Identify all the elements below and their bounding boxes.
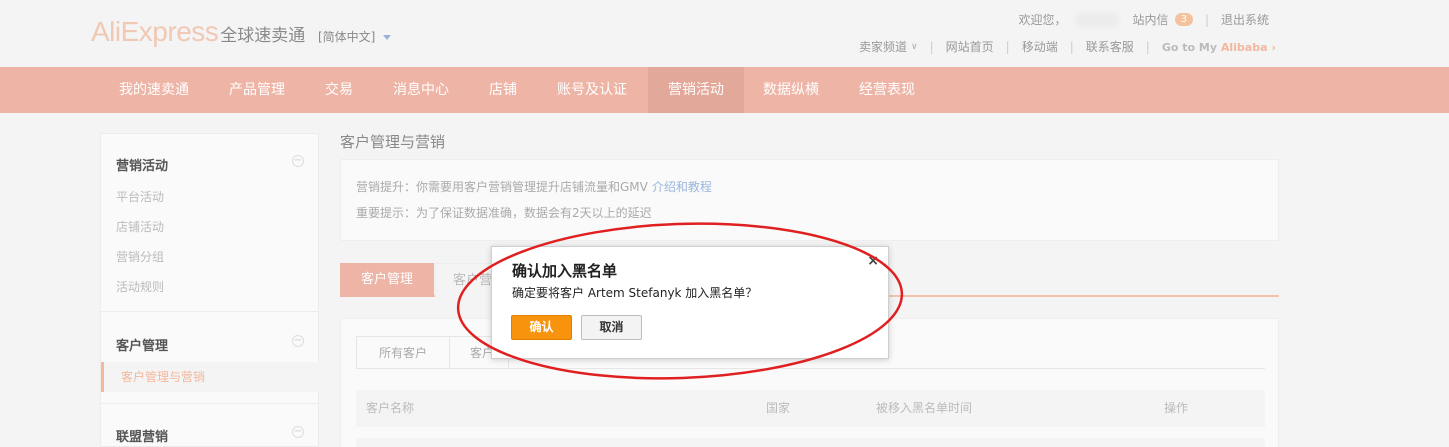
table-header: 客户名称 国家 被移入黑名单时间 操作: [356, 390, 1265, 427]
sidebar-item-platform-activities[interactable]: 平台活动: [116, 188, 164, 205]
sidebar-item-store-activities[interactable]: 店铺活动: [116, 218, 164, 235]
nav-item-performance[interactable]: 经营表现: [859, 67, 915, 113]
language-label: [简体中文]: [318, 30, 376, 44]
nav-item-products[interactable]: 产品管理: [229, 67, 285, 113]
column-customer-name: 客户名称: [366, 401, 415, 415]
collapse-icon[interactable]: −: [292, 426, 304, 438]
subtab-all-customers[interactable]: 所有客户: [356, 336, 450, 369]
divider: |: [1204, 12, 1209, 27]
sidebar: 营销活动 − 平台活动 店铺活动 营销分组 活动规则 客户管理 − 客户管理与营…: [100, 133, 319, 447]
confirm-button[interactable]: 确认: [511, 315, 572, 340]
page-title: 客户管理与营销: [340, 133, 446, 151]
cancel-button[interactable]: 取消: [581, 315, 642, 340]
info-box: 营销提升：你需要用客户营销管理提升店铺流量和GMV 介绍和教程 重要提示：为了保证…: [340, 159, 1279, 241]
homepage-link[interactable]: 网站首页: [946, 38, 994, 55]
collapse-icon[interactable]: −: [292, 335, 304, 347]
sidebar-section-affiliate[interactable]: 联盟营销: [116, 426, 168, 445]
inbox-link[interactable]: 站内信: [1133, 11, 1169, 28]
logo-main-text: AliExpress: [91, 16, 219, 47]
tab-customer-marketing[interactable]: 客户营: [435, 263, 495, 297]
nav-item-messages[interactable]: 消息中心: [393, 67, 449, 113]
dialog-title: 确认加入黑名单: [512, 262, 618, 280]
mobile-link[interactable]: 移动端: [1022, 38, 1058, 55]
chevron-down-icon: ∨: [911, 41, 918, 52]
secondary-links: 卖家频道 ∨ | 网站首页 | 移动端 | 联系客服 | Go to My Ali…: [859, 38, 1276, 55]
seller-channel-link[interactable]: 卖家频道: [859, 38, 907, 55]
nav-item-account[interactable]: 账号及认证: [557, 67, 627, 113]
main-nav: 我的速卖通 产品管理 交易 消息中心 店铺 账号及认证 营销活动 数据纵横 经营…: [0, 67, 1449, 113]
nav-item-marketing[interactable]: 营销活动: [648, 67, 744, 113]
sidebar-item-activity-rules[interactable]: 活动规则: [116, 278, 164, 295]
collapse-icon[interactable]: −: [292, 155, 304, 167]
nav-item-data[interactable]: 数据纵横: [763, 67, 819, 113]
table-row: [356, 438, 1265, 447]
sidebar-item-marketing-groups[interactable]: 营销分组: [116, 248, 164, 265]
divider: |: [1069, 39, 1074, 54]
nav-item-store[interactable]: 店铺: [489, 67, 517, 113]
logout-link[interactable]: 退出系统: [1221, 11, 1269, 28]
info-line-notice: 重要提示：为了保证数据准确，数据会有2天以上的延迟: [356, 206, 652, 220]
sidebar-item-customer-management[interactable]: 客户管理与营销: [101, 362, 319, 392]
tutorial-link[interactable]: 介绍和教程: [652, 180, 712, 194]
divider: [101, 311, 318, 312]
close-icon[interactable]: ×: [867, 253, 879, 269]
logo-sub-text: 全球速卖通: [220, 26, 306, 46]
aliexpress-logo[interactable]: AliExpress 全球速卖通: [91, 16, 305, 48]
confirm-blacklist-dialog: 确认加入黑名单 确定要将客户 Artem Stefanyk 加入黑名单？ × 确…: [491, 246, 889, 359]
chevron-down-icon: [383, 35, 392, 40]
divider: [101, 403, 318, 404]
sidebar-section-marketing[interactable]: 营销活动: [116, 155, 168, 174]
nav-item-my-aliexpress[interactable]: 我的速卖通: [119, 67, 189, 113]
dialog-message: 确定要将客户 Artem Stefanyk 加入黑名单？: [512, 286, 758, 300]
divider: |: [1005, 39, 1010, 54]
welcome-text: 欢迎您，: [1018, 13, 1067, 27]
language-selector[interactable]: [简体中文]: [318, 28, 392, 45]
inbox-count-badge: 3: [1174, 13, 1193, 26]
user-toolbar: 欢迎您， 站内信 3 | 退出系统: [1019, 11, 1269, 28]
contact-support-link[interactable]: 联系客服: [1086, 38, 1134, 55]
blurred-username: [1074, 12, 1119, 27]
column-actions: 操作: [1164, 401, 1189, 415]
divider: |: [929, 39, 934, 54]
top-header: AliExpress 全球速卖通 [简体中文] 欢迎您， 站内信 3 | 退出系…: [0, 0, 1449, 67]
info-text: 营销提升：你需要用客户营销管理提升店铺流量和GMV: [356, 180, 648, 194]
nav-item-trade[interactable]: 交易: [325, 67, 353, 113]
goto-alibaba-link[interactable]: Go to My Alibaba ›: [1162, 40, 1276, 54]
divider: |: [1145, 39, 1150, 54]
column-country: 国家: [766, 401, 791, 415]
sidebar-section-customers[interactable]: 客户管理: [116, 335, 168, 354]
column-blacklist-time: 被移入黑名单时间: [876, 401, 973, 415]
info-line-marketing: 营销提升：你需要用客户营销管理提升店铺流量和GMV 介绍和教程: [356, 178, 712, 195]
tab-customer-management[interactable]: 客户管理: [340, 263, 434, 297]
